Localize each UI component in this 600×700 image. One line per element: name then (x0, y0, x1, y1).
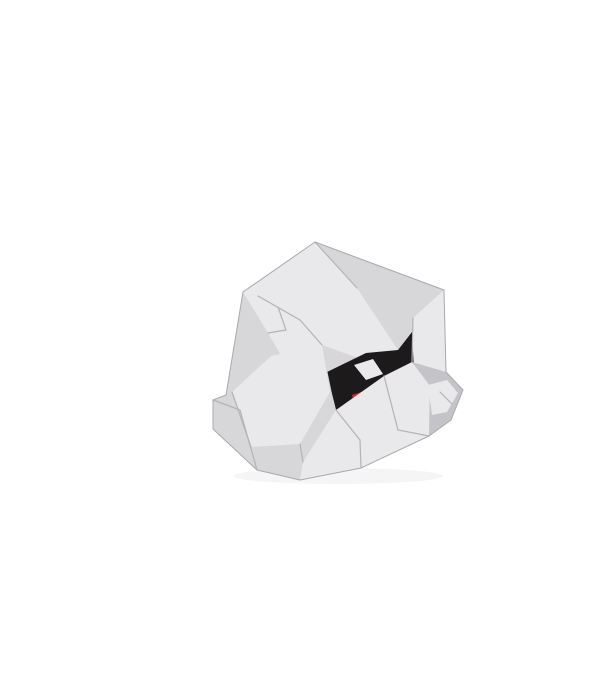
photo-canvas (0, 0, 600, 700)
crumpled-paper-illustration (212, 241, 464, 484)
